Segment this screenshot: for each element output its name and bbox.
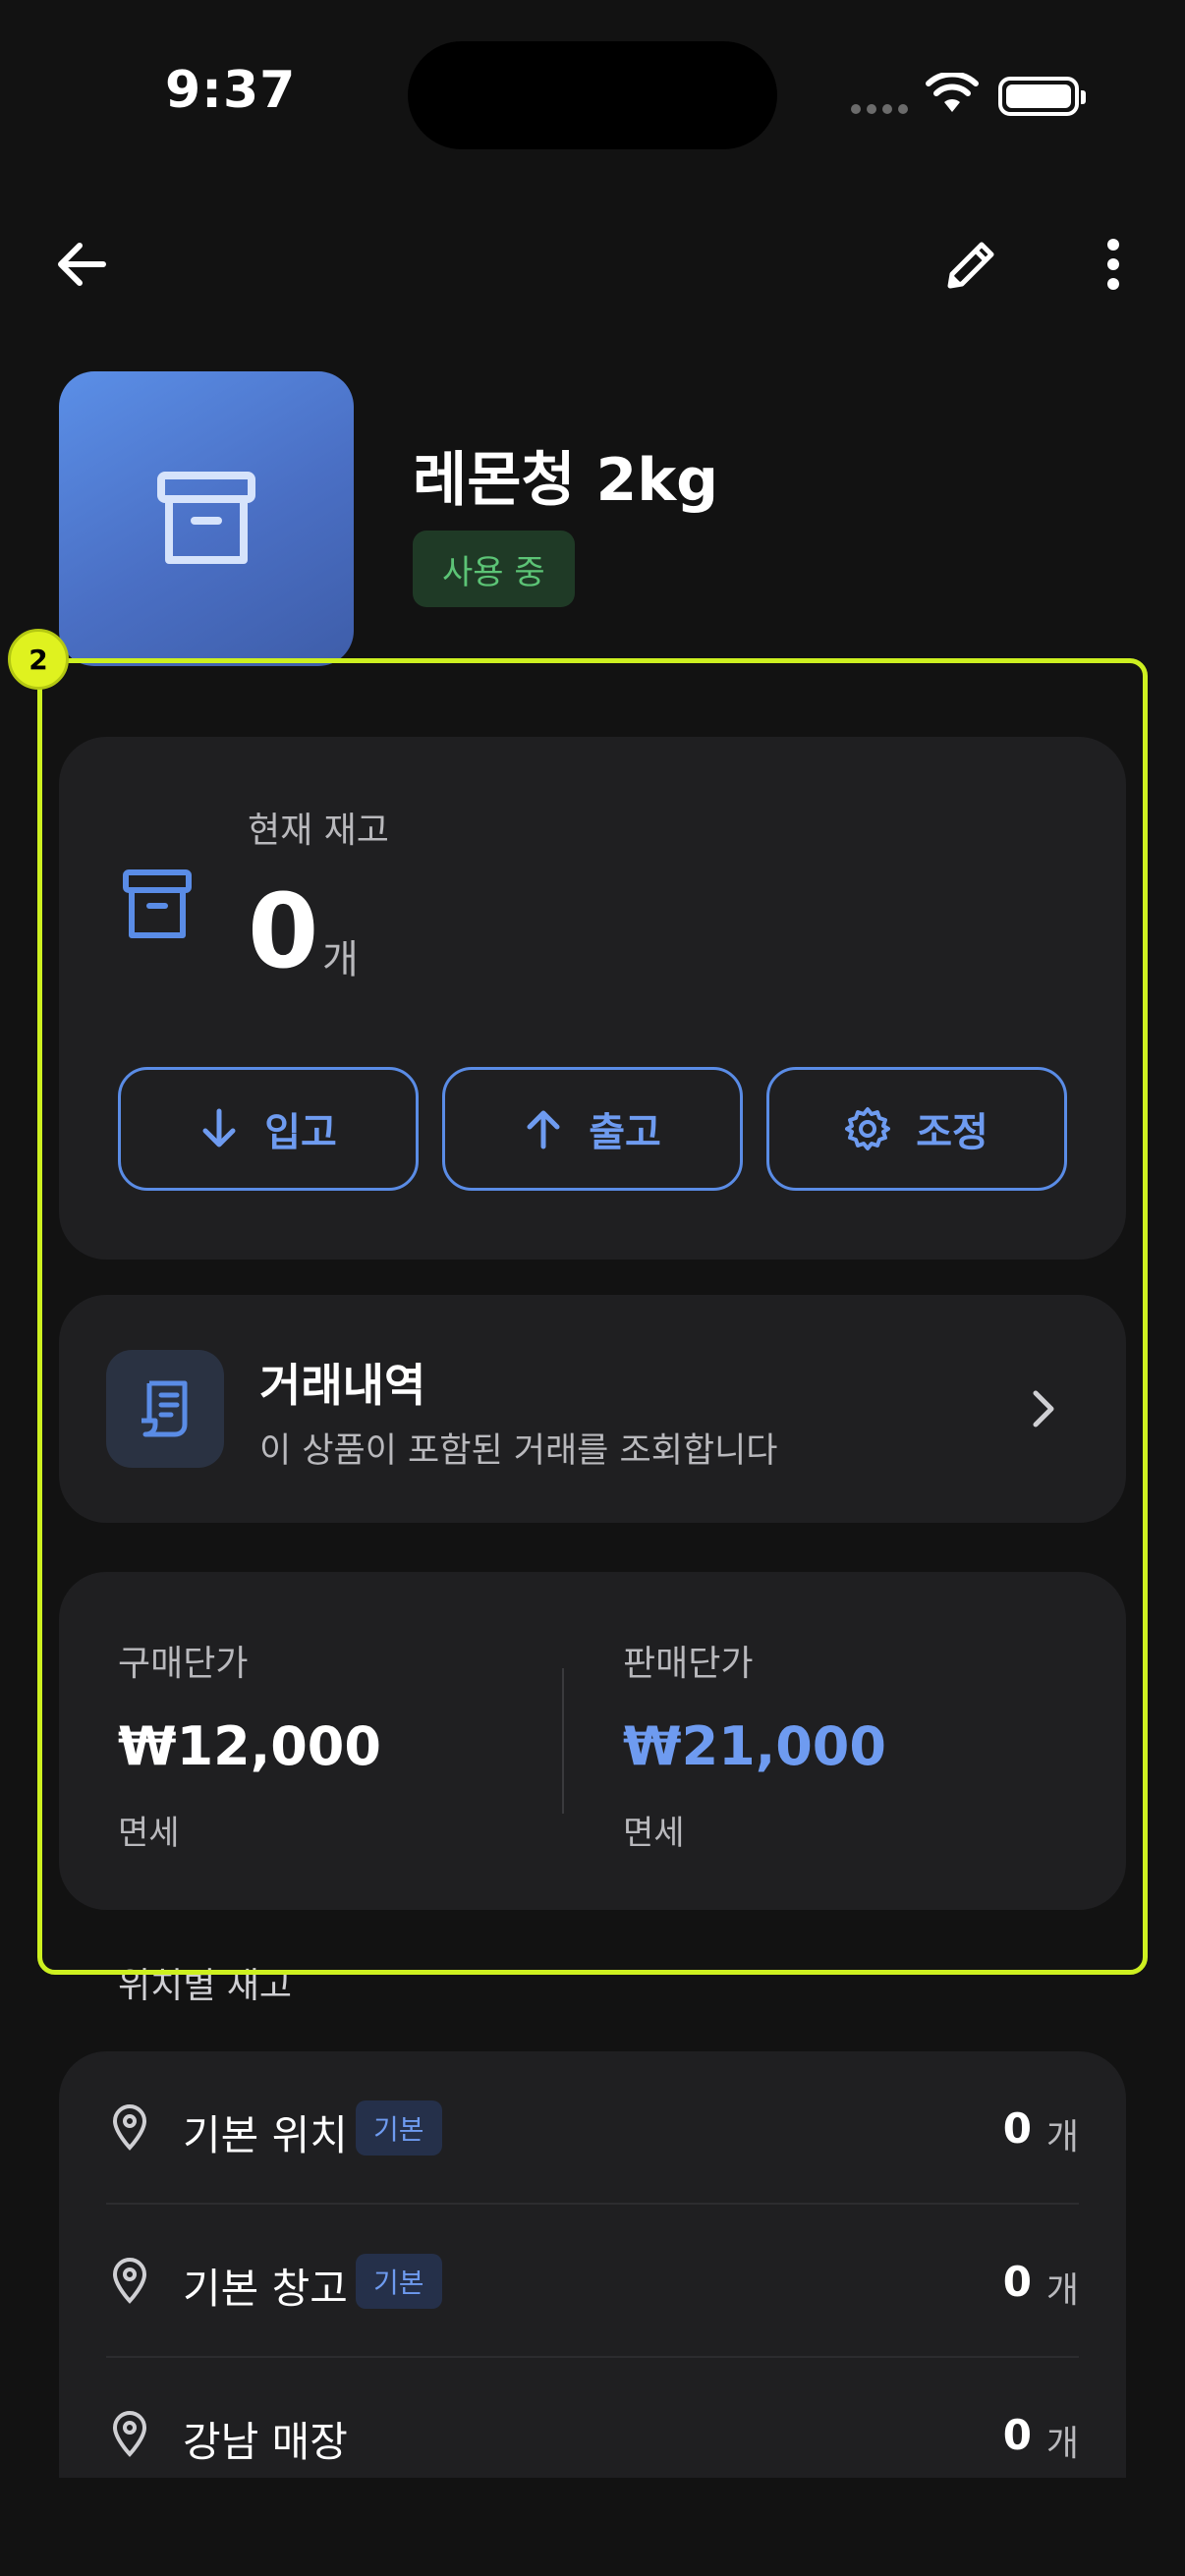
status-badge: 사용 중 bbox=[413, 531, 575, 607]
product-title: 레몬청 2kg bbox=[413, 446, 719, 515]
default-tag: 기본 bbox=[356, 2100, 442, 2156]
highlight-marker: 2 bbox=[8, 629, 69, 690]
location-row[interactable]: 강남 매장 0 개 bbox=[59, 2358, 1126, 2478]
location-unit: 개 bbox=[1045, 2270, 1079, 2311]
location-row[interactable]: 기본 창고 기본 0 개 bbox=[59, 2205, 1126, 2358]
location-unit: 개 bbox=[1045, 2424, 1079, 2464]
dynamic-island bbox=[408, 41, 777, 149]
more-options-button[interactable] bbox=[1069, 220, 1157, 308]
location-quantity: 0 bbox=[1002, 2258, 1032, 2306]
highlight-frame bbox=[37, 658, 1148, 1975]
location-list: 기본 위치 기본 0 개 기본 창고 기본 0 개 강남 매장 0 개 bbox=[59, 2051, 1126, 2478]
edit-button[interactable] bbox=[928, 220, 1016, 308]
back-button[interactable] bbox=[37, 220, 126, 308]
default-tag: 기본 bbox=[356, 2254, 442, 2309]
location-quantity: 0 bbox=[1002, 2104, 1032, 2153]
arrow-left-icon bbox=[58, 243, 106, 286]
status-time: 9:37 bbox=[165, 61, 297, 120]
cellular-signal-icon bbox=[851, 104, 908, 114]
map-pin-icon bbox=[112, 2411, 147, 2457]
location-unit: 개 bbox=[1045, 2117, 1079, 2157]
product-image bbox=[59, 371, 354, 666]
wifi-icon bbox=[926, 71, 979, 118]
map-pin-icon bbox=[112, 2104, 147, 2151]
location-name: 기본 위치 bbox=[183, 2111, 348, 2159]
battery-icon bbox=[998, 77, 1086, 116]
location-name: 기본 창고 bbox=[183, 2265, 348, 2313]
more-vertical-icon bbox=[1107, 239, 1119, 290]
pencil-icon bbox=[947, 242, 994, 289]
map-pin-icon bbox=[112, 2258, 147, 2304]
location-quantity: 0 bbox=[1002, 2411, 1032, 2459]
location-name: 강남 매장 bbox=[183, 2418, 348, 2466]
archive-box-icon bbox=[157, 472, 255, 564]
location-row[interactable]: 기본 위치 기본 0 개 bbox=[59, 2051, 1126, 2205]
